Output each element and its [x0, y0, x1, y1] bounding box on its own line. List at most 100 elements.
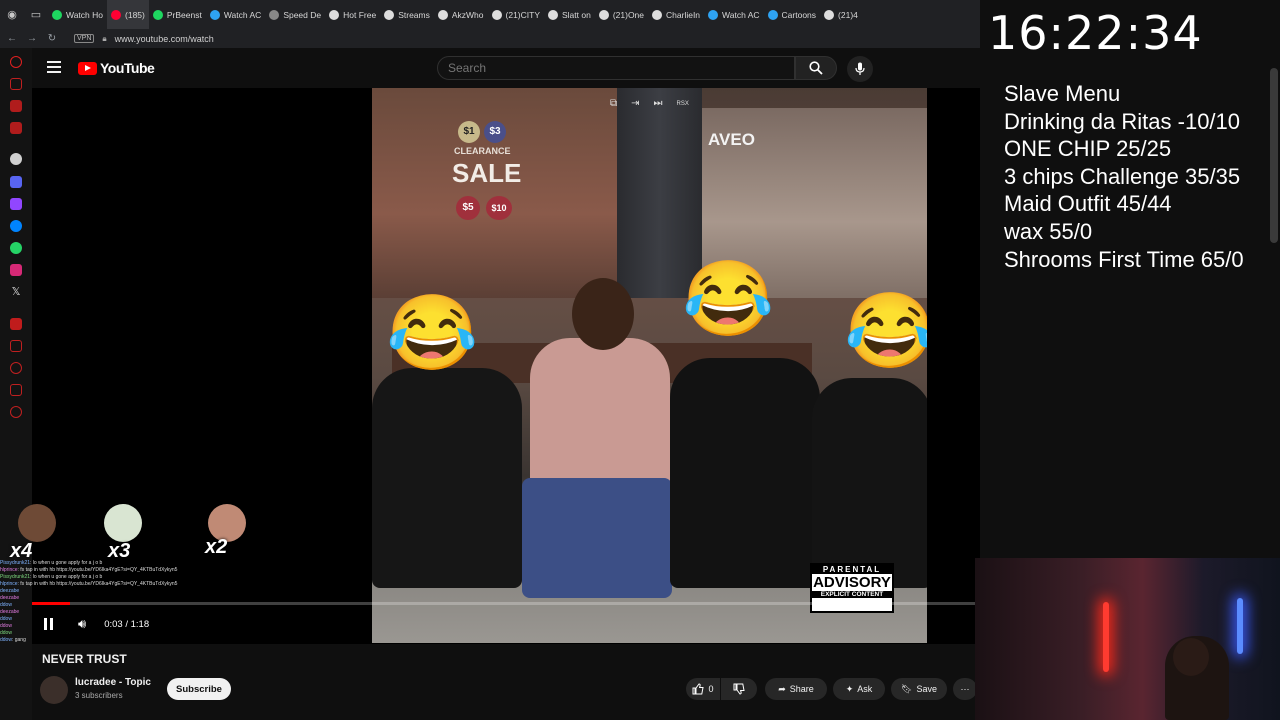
- sidebar-openai-icon[interactable]: [10, 153, 22, 165]
- rsx-label[interactable]: RSX: [677, 101, 689, 107]
- tiktok-icon: [598, 9, 609, 20]
- browser-tab[interactable]: PrBeenst: [149, 0, 206, 29]
- chat-line: deezabe: [0, 595, 230, 602]
- chat-username[interactable]: ddow: [0, 630, 12, 636]
- search-button[interactable]: [795, 56, 837, 80]
- sidebar-mail-icon[interactable]: [10, 122, 22, 134]
- save-button[interactable]: 🔖︎ Save: [891, 678, 947, 700]
- sidebar-chat-icon[interactable]: [10, 100, 22, 112]
- webcam-feed: [975, 558, 1280, 720]
- sidebar-messenger-icon[interactable]: [10, 220, 22, 232]
- chat-username[interactable]: Pissydrunk21: [0, 574, 30, 580]
- browser-tab[interactable]: AkzWho: [434, 0, 488, 29]
- globe-icon: [708, 9, 719, 20]
- vpn-badge[interactable]: VPN: [74, 34, 95, 43]
- browser-tab-title: (21)4: [838, 9, 858, 20]
- tiktok-icon: [824, 9, 835, 20]
- youtube-icon: [111, 9, 122, 20]
- chat-line: Pissydrunk21: lo when u gone apply for a…: [0, 560, 230, 567]
- browser-tab[interactable]: Hot Free: [325, 0, 380, 29]
- browser-tab[interactable]: Watch AC: [206, 0, 265, 29]
- search-input[interactable]: [438, 57, 794, 79]
- sidebar-reload-icon[interactable]: [10, 56, 22, 68]
- skip-icon[interactable]: ⏭: [654, 98, 663, 109]
- chat-username[interactable]: deezabe: [0, 609, 19, 615]
- youtube-logo[interactable]: YouTube: [78, 60, 155, 76]
- browser-tab[interactable]: Speed De: [265, 0, 325, 29]
- sidebar-bag-icon[interactable]: [10, 78, 22, 90]
- extension-overlay: ⧉ ⇥ ⏭ RSX: [610, 98, 689, 109]
- browser-tab-title: Watch AC: [223, 9, 262, 20]
- ask-button[interactable]: ✦ Ask: [833, 678, 885, 700]
- browser-tab-title: (21)CITY: [505, 9, 540, 20]
- person-2-head: [572, 278, 634, 350]
- forward-icon[interactable]: →: [24, 33, 40, 44]
- sidebar-instagram-icon[interactable]: [10, 264, 22, 276]
- chat-username[interactable]: ddow: [0, 623, 12, 629]
- browser-tab[interactable]: (185): [107, 0, 149, 29]
- chat-line: deezabe: [0, 588, 230, 595]
- chat-message: : lo when u gone apply for a j o b: [30, 574, 103, 580]
- guide-menu-icon[interactable]: [47, 61, 61, 73]
- browser-tab[interactable]: CharlieIn: [648, 0, 704, 29]
- person-4: [812, 378, 927, 588]
- browser-tab[interactable]: Slatt on: [544, 0, 595, 29]
- sidebar-settings-icon[interactable]: [10, 406, 22, 418]
- reload-icon[interactable]: ↻: [44, 33, 60, 44]
- url-field[interactable]: www.youtube.com/watch: [115, 34, 214, 44]
- chat-username[interactable]: ddow: [0, 602, 12, 608]
- sale-sign: SALE: [452, 158, 522, 188]
- combo-emote-1: [18, 504, 56, 542]
- chat-line: hlprince: fs tap in with hb https://yout…: [0, 567, 230, 574]
- popout-icon[interactable]: ⧉: [610, 98, 617, 109]
- browser-menu-icon[interactable]: ◉: [0, 0, 24, 29]
- dislike-button[interactable]: [721, 678, 757, 700]
- chat-username[interactable]: deezabe: [0, 595, 19, 601]
- browser-tab[interactable]: (21)One: [595, 0, 648, 29]
- more-actions-button[interactable]: ⋯: [953, 678, 977, 700]
- lock-icon[interactable]: 🔒︎: [102, 34, 106, 44]
- sidebar-bookmark-icon[interactable]: [10, 340, 22, 352]
- chat-line: hlprince: fs tap in with hb https://yout…: [0, 581, 230, 588]
- grid-icon: [269, 9, 280, 20]
- like-button[interactable]: 0: [686, 678, 720, 700]
- like-count: 0: [708, 684, 714, 694]
- chat-username[interactable]: Pissydrunk21: [0, 560, 30, 566]
- subscribe-button[interactable]: Subscribe: [167, 678, 231, 700]
- browser-tab[interactable]: (21)CITY: [488, 0, 544, 29]
- enter-icon[interactable]: ⇥: [631, 98, 639, 109]
- sidebar-x-icon[interactable]: 𝕏: [10, 286, 22, 298]
- sidebar-whatsapp-icon[interactable]: [10, 242, 22, 254]
- youtube-masthead: YouTube: [32, 48, 980, 88]
- page-scrollbar[interactable]: [1270, 68, 1278, 243]
- share-button[interactable]: ➦ Share: [765, 678, 827, 700]
- channel-avatar[interactable]: [40, 676, 68, 704]
- tiktok-icon: [491, 9, 502, 20]
- blue-neon-light: [1237, 598, 1243, 654]
- sidebar-history-icon[interactable]: [10, 362, 22, 374]
- browser-tab-title: AkzWho: [451, 9, 484, 20]
- back-icon[interactable]: ←: [4, 33, 20, 44]
- browser-tab[interactable]: Watch AC: [704, 0, 763, 29]
- video-frame[interactable]: CLEARANCE SALE $1 $3 $5 $10 AVEO 😂 😂 😂 P…: [372, 88, 927, 643]
- browser-tab[interactable]: Streams: [380, 0, 434, 29]
- chat-username[interactable]: hlprince: [0, 567, 18, 573]
- channel-name[interactable]: lucradee - Topic: [75, 677, 151, 688]
- chat-username[interactable]: hlprince: [0, 581, 18, 587]
- sidebar-shield-icon[interactable]: [10, 318, 22, 330]
- sidebar-downloads-icon[interactable]: [10, 384, 22, 396]
- chat-username[interactable]: ddow: [0, 637, 12, 643]
- more-icon: ⋯: [960, 683, 970, 694]
- chat-username[interactable]: ddow: [0, 616, 12, 622]
- chat-username[interactable]: deezabe: [0, 588, 19, 594]
- x-icon: [652, 9, 663, 20]
- browser-tab[interactable]: Watch Ho: [48, 0, 107, 29]
- stream-menu-item: ONE CHIP 25/25: [1004, 136, 1172, 162]
- browser-tab[interactable]: Cartoons: [764, 0, 821, 29]
- browser-tab[interactable]: (21)4: [820, 0, 862, 29]
- tab-overview-icon[interactable]: ▭: [24, 0, 48, 29]
- sidebar-app-icon[interactable]: [10, 176, 22, 188]
- voice-search-button[interactable]: [847, 56, 873, 82]
- price-sign-2: $3: [484, 121, 506, 143]
- sidebar-twitch-icon[interactable]: [10, 198, 22, 210]
